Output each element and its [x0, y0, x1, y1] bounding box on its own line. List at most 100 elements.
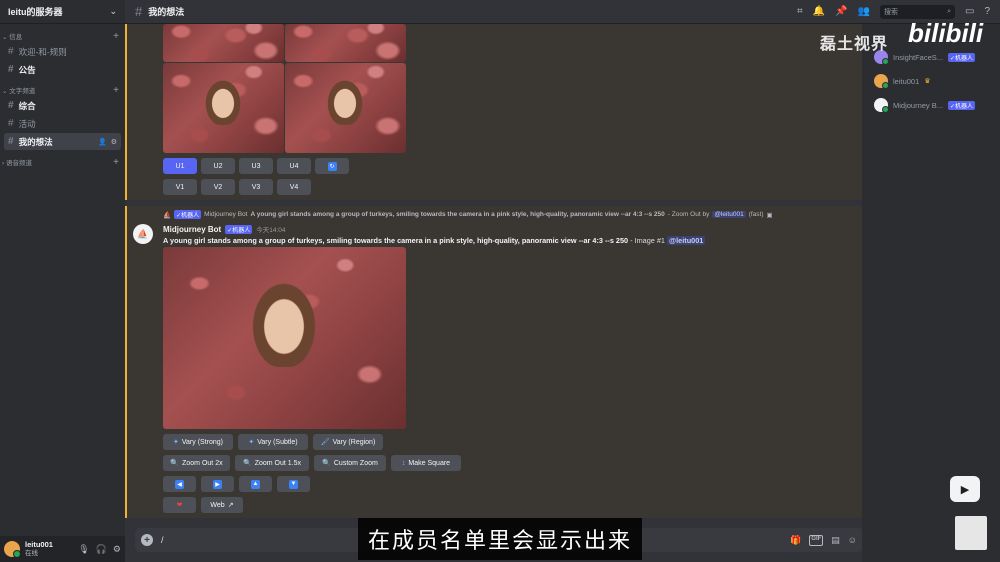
- channel-events[interactable]: # 活动: [4, 115, 121, 132]
- magnifier-icon: 🔍: [322, 460, 331, 467]
- vary-subtle-button[interactable]: ✦ Vary (Subtle): [238, 434, 308, 450]
- category-voice[interactable]: › 语音频道 +: [0, 156, 125, 168]
- members-icon[interactable]: 👥: [858, 6, 870, 17]
- upscale-1-button[interactable]: U1: [163, 158, 197, 174]
- variation-2-button[interactable]: V2: [201, 179, 235, 195]
- channel-label: 欢迎-和-规则: [18, 46, 67, 57]
- arrow-down-icon: ▼: [289, 479, 298, 489]
- grid-image-2[interactable]: [285, 24, 406, 62]
- zoom-out-2x-button[interactable]: 🔍 Zoom Out 2x: [163, 455, 230, 471]
- pin-icon[interactable]: 📌: [835, 6, 847, 17]
- bell-icon[interactable]: 🔔: [813, 6, 825, 17]
- refresh-icon: ↻: [327, 161, 337, 171]
- add-channel-icon[interactable]: +: [113, 85, 119, 96]
- crown-icon: ♛: [924, 78, 931, 85]
- upscale-2-button[interactable]: U2: [201, 158, 235, 174]
- username: leitu001: [25, 540, 53, 549]
- message-content: A young girl stands among a group of tur…: [163, 236, 706, 245]
- category-text[interactable]: ⌄ 文字频道 +: [0, 84, 125, 96]
- chevron-down-icon: ⌄: [2, 34, 8, 41]
- composer-value: /: [161, 535, 164, 545]
- channel-header: # 我的想法 ⌗ 🔔 📌 👥 搜索 ⌕ ▭ ?: [125, 0, 1000, 24]
- headphones-icon[interactable]: 🎧: [96, 544, 107, 555]
- add-attachment-icon[interactable]: +: [141, 534, 153, 546]
- pan-right-button[interactable]: ▶: [201, 476, 234, 492]
- search-input[interactable]: 搜索 ⌕: [879, 4, 955, 19]
- gear-icon[interactable]: ⚙: [111, 138, 117, 146]
- gif-icon[interactable]: GIF: [809, 534, 824, 546]
- button-label: Zoom Out 2x: [182, 459, 223, 467]
- help-icon[interactable]: ?: [984, 6, 990, 17]
- channel-general[interactable]: # 综合: [4, 97, 121, 114]
- upscaled-image[interactable]: [163, 247, 406, 429]
- threads-icon[interactable]: ⌗: [797, 6, 803, 17]
- server-name: leitu的服务器: [8, 7, 63, 17]
- pan-left-button[interactable]: ◀: [163, 476, 196, 492]
- bot-tag: ✓机器人: [948, 52, 976, 62]
- sticker-icon[interactable]: ▤: [831, 535, 840, 546]
- grid-image-3[interactable]: [163, 63, 284, 153]
- add-channel-icon[interactable]: +: [113, 157, 119, 168]
- timestamp: 今天14:04: [256, 227, 286, 234]
- avatar: [874, 98, 889, 113]
- invite-icon[interactable]: 👤: [98, 138, 107, 146]
- avatar[interactable]: [4, 541, 21, 558]
- variation-1-button[interactable]: V1: [163, 179, 197, 195]
- channel-announcements[interactable]: # 公告: [4, 61, 121, 78]
- mute-icon[interactable]: 🎙: [78, 544, 89, 555]
- member-item[interactable]: leitu001 ♛: [866, 70, 1000, 92]
- channel-label: 活动: [18, 118, 36, 129]
- channel-label: 公告: [18, 64, 36, 75]
- category-label: 语音频道: [5, 160, 32, 167]
- vary-strong-button[interactable]: ✦ Vary (Strong): [163, 434, 233, 450]
- favorite-button[interactable]: ❤: [163, 497, 196, 513]
- grid-image-1[interactable]: [163, 24, 284, 62]
- member-item[interactable]: Midjourney B... ✓机器人: [866, 94, 1000, 116]
- category-info[interactable]: ⌄ 信息 +: [0, 30, 125, 42]
- server-header[interactable]: leitu的服务器 ⌄: [0, 0, 125, 24]
- make-square-button[interactable]: ↕ Make Square: [391, 455, 461, 471]
- variation-4-button[interactable]: V4: [277, 179, 311, 195]
- user-mention[interactable]: @leitu001: [667, 236, 706, 245]
- add-channel-icon[interactable]: +: [113, 31, 119, 42]
- pan-up-button[interactable]: ▲: [239, 476, 272, 492]
- reroll-button[interactable]: ↻: [315, 158, 349, 174]
- author-name[interactable]: Midjourney Bot: [163, 225, 221, 234]
- girl-figure: [248, 277, 320, 367]
- pan-down-button[interactable]: ▼: [277, 476, 310, 492]
- magnifier-icon: 🔍: [170, 460, 180, 467]
- custom-zoom-button[interactable]: 🔍 Custom Zoom: [314, 455, 386, 471]
- gear-icon[interactable]: ⚙: [113, 544, 121, 555]
- emoji-icon[interactable]: ☺: [848, 535, 857, 546]
- avatar: [874, 74, 889, 89]
- reply-mention[interactable]: @leitu001: [712, 211, 746, 218]
- zoom-out-1-5x-button[interactable]: 🔍 Zoom Out 1.5x: [235, 455, 309, 471]
- member-name: InsightFaceS...: [893, 52, 944, 62]
- reply-author: Midjourney Bot: [204, 211, 248, 218]
- grid-image-4[interactable]: [285, 63, 406, 153]
- inbox-icon[interactable]: ▭: [965, 6, 974, 17]
- vary-region-button[interactable]: 🖌 Vary (Region): [313, 434, 383, 450]
- channel-my-ideas[interactable]: # 我的想法 👤 ⚙: [4, 133, 121, 150]
- user-panel: leitu001 在线 🎙 🎧 ⚙: [0, 536, 125, 562]
- web-button[interactable]: Web ↗: [201, 497, 243, 513]
- expand-icon: ↕: [401, 459, 406, 467]
- brush-icon: 🖌: [320, 439, 330, 446]
- image-icon: ▣: [766, 211, 773, 219]
- variation-3-button[interactable]: V3: [239, 179, 273, 195]
- button-label: Vary (Region): [332, 438, 376, 446]
- image-suffix: - Image #1: [630, 236, 665, 245]
- gift-icon[interactable]: 🎁: [790, 535, 801, 546]
- hash-icon: #: [135, 4, 143, 19]
- bilibili-logo: bilibili: [908, 18, 984, 48]
- upscale-3-button[interactable]: U3: [239, 158, 273, 174]
- hash-icon: #: [8, 136, 14, 147]
- channel-welcome[interactable]: # 欢迎-和-规则: [4, 43, 121, 60]
- sparkle-icon: ✦: [173, 439, 179, 446]
- reply-reference[interactable]: ⛵ ✓机器人 Midjourney Bot A young girl stand…: [163, 210, 773, 219]
- bot-avatar[interactable]: ⛵: [133, 224, 153, 244]
- arrow-left-icon: ◀: [175, 479, 184, 489]
- chevron-down-icon[interactable]: ⌄: [109, 6, 117, 17]
- button-label: Vary (Strong): [181, 438, 223, 446]
- upscale-4-button[interactable]: U4: [277, 158, 311, 174]
